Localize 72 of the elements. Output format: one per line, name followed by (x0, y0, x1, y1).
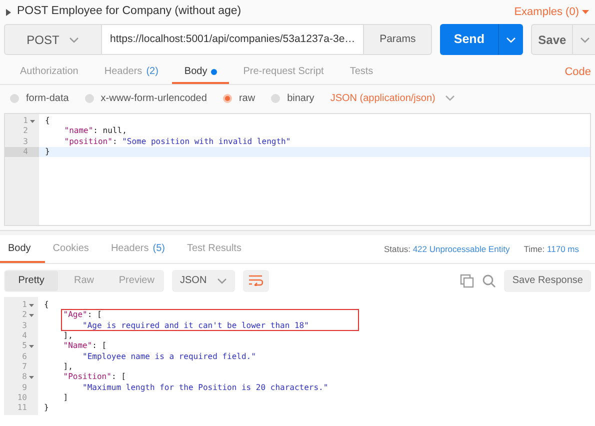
line-number: 4 (23, 147, 28, 158)
code-line: "Age": [ (62, 310, 102, 320)
chevron-down-icon (216, 278, 227, 284)
code-line: { (43, 300, 49, 310)
request-tab[interactable]: Body (172, 61, 230, 84)
response-tab[interactable]: Cookies (44, 235, 103, 263)
request-tab[interactable]: Tests (338, 61, 386, 84)
wrap-lines-button[interactable] (242, 270, 269, 292)
code-link[interactable]: Code (564, 61, 591, 84)
chevron-down-icon (580, 36, 590, 42)
expand-caret-icon[interactable] (6, 8, 11, 16)
code-line: "Name": [ (62, 341, 107, 352)
line-number: 2 (22, 310, 27, 320)
save-response-button[interactable]: Save Response (504, 270, 591, 292)
view-mode-tab[interactable]: Pretty (5, 270, 58, 290)
code-line: "Employee name is a required field." (82, 352, 256, 362)
params-button[interactable]: Params (363, 25, 432, 54)
time-label: Time: 1170 ms (524, 242, 579, 256)
caret-down-icon (582, 10, 589, 14)
request-editor[interactable]: 1 { 2 "name": null, 3 "position": "Some position with invalid length" 4 } (4, 113, 591, 226)
chevron-down-icon (506, 36, 516, 42)
body-type-radio[interactable]: raw (222, 90, 256, 106)
method-dropdown[interactable]: POST (5, 25, 101, 54)
format-dropdown[interactable]: JSON (172, 270, 235, 292)
fold-caret-icon[interactable] (28, 314, 34, 317)
body-type-radio[interactable]: form-data (10, 90, 69, 106)
code-line: "name": null, (63, 126, 127, 136)
fold-caret-icon[interactable] (28, 304, 34, 307)
line-number: 9 (22, 382, 27, 393)
code-line: } (43, 403, 49, 414)
content-type-dropdown[interactable]: JSON (application/json) (330, 90, 456, 106)
code-line: } (44, 147, 50, 158)
line-number: 3 (22, 320, 27, 331)
line-number: 1 (23, 116, 28, 126)
wrap-lines-icon (248, 275, 264, 286)
code-line: ] (62, 392, 68, 403)
fold-caret-icon[interactable] (28, 344, 34, 348)
line-number: 2 (23, 126, 28, 136)
code-line: { (44, 116, 50, 126)
examples-button[interactable]: Examples (0) (514, 4, 589, 20)
body-type-radio[interactable]: binary (271, 90, 314, 106)
code-line: "Maximum length for the Position is 20 characters." (82, 382, 328, 393)
fold-caret-icon[interactable] (28, 376, 34, 379)
response-tab[interactable]: Headers (5) (102, 235, 179, 263)
code-line: ], (62, 362, 73, 372)
request-tab[interactable]: Headers (2) (92, 61, 170, 84)
code-line: "position": "Some position with invalid length" (63, 136, 291, 147)
line-number: 8 (22, 372, 27, 382)
line-number: 4 (22, 331, 27, 342)
search-icon[interactable] (482, 274, 496, 288)
response-tab[interactable]: Body (0, 235, 45, 263)
line-number: 6 (22, 352, 27, 362)
request-title: POST Employee for Company (without age) (17, 4, 242, 20)
line-number: 5 (22, 341, 27, 352)
line-number: 10 (17, 392, 27, 403)
fold-caret-icon[interactable] (30, 120, 34, 123)
line-number: 11 (17, 403, 27, 414)
line-number: 3 (23, 136, 28, 147)
body-type-radio[interactable]: x-www-form-urlencoded (84, 90, 207, 106)
code-line: ], (62, 331, 73, 342)
code-line: "Age is required and it can't be lower than 18" (82, 320, 309, 331)
line-number: 7 (22, 362, 27, 372)
status-label: Status: 422 Unprocessable Entity (384, 242, 510, 256)
response-tab[interactable]: Test Results (178, 235, 256, 263)
url-field[interactable]: https://localhost:5001/api/companies/53a1237a-3e… (101, 25, 364, 54)
copy-icon[interactable] (460, 274, 474, 288)
chevron-down-icon (69, 36, 80, 42)
request-tab[interactable]: Authorization (8, 61, 90, 84)
chevron-down-icon (445, 95, 456, 101)
line-number: 1 (22, 300, 27, 310)
code-line: "Position": [ (62, 372, 126, 382)
request-tab[interactable]: Pre-request Script (231, 61, 336, 84)
